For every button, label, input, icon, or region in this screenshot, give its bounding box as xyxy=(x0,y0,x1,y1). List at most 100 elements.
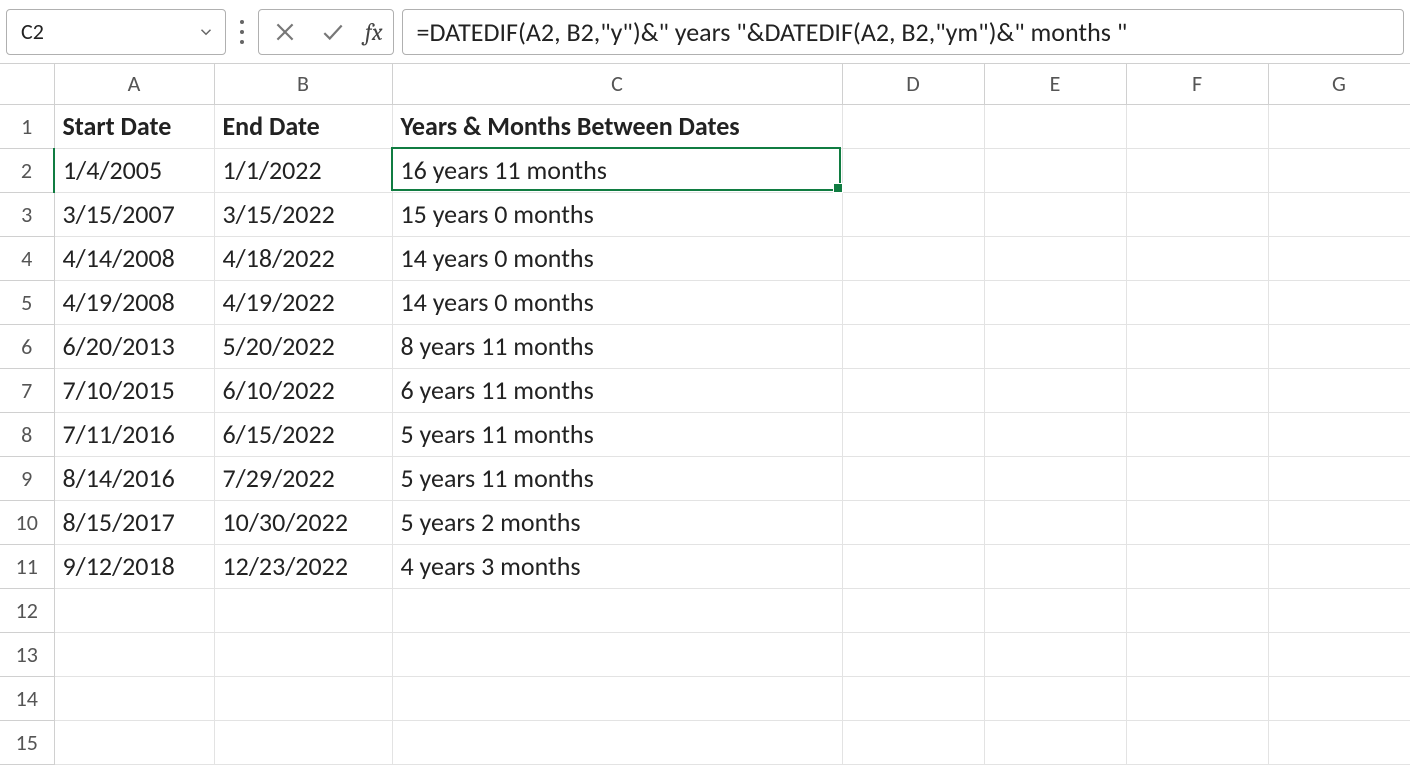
cell-B9[interactable]: 7/29/2022 xyxy=(214,456,392,500)
cell-C5[interactable]: 14 years 0 months xyxy=(392,280,842,324)
cell-A7[interactable]: 7/10/2015 xyxy=(54,368,214,412)
cell-F15[interactable] xyxy=(1126,720,1268,764)
cell-C3[interactable]: 15 years 0 months xyxy=(392,192,842,236)
col-header-C[interactable]: C xyxy=(392,64,842,104)
row-header[interactable]: 12 xyxy=(0,588,54,632)
col-header-A[interactable]: A xyxy=(54,64,214,104)
cell-G11[interactable] xyxy=(1268,544,1410,588)
cell-G6[interactable] xyxy=(1268,324,1410,368)
cell-A14[interactable] xyxy=(54,676,214,720)
cell-E5[interactable] xyxy=(984,280,1126,324)
col-header-B[interactable]: B xyxy=(214,64,392,104)
cell-F10[interactable] xyxy=(1126,500,1268,544)
cell-C9[interactable]: 5 years 11 months xyxy=(392,456,842,500)
cell-B4[interactable]: 4/18/2022 xyxy=(214,236,392,280)
cell-E1[interactable] xyxy=(984,104,1126,148)
cell-B6[interactable]: 5/20/2022 xyxy=(214,324,392,368)
cell-C4[interactable]: 14 years 0 months xyxy=(392,236,842,280)
cell-A15[interactable] xyxy=(54,720,214,764)
cell-D8[interactable] xyxy=(842,412,984,456)
cell-G7[interactable] xyxy=(1268,368,1410,412)
enter-icon[interactable] xyxy=(317,16,349,48)
cell-A8[interactable]: 7/11/2016 xyxy=(54,412,214,456)
cell-A13[interactable] xyxy=(54,632,214,676)
cell-F3[interactable] xyxy=(1126,192,1268,236)
cell-F13[interactable] xyxy=(1126,632,1268,676)
cell-C6[interactable]: 8 years 11 months xyxy=(392,324,842,368)
cell-C15[interactable] xyxy=(392,720,842,764)
cell-E13[interactable] xyxy=(984,632,1126,676)
cell-A11[interactable]: 9/12/2018 xyxy=(54,544,214,588)
row-header[interactable]: 6 xyxy=(0,324,54,368)
cell-A12[interactable] xyxy=(54,588,214,632)
cell-C11[interactable]: 4 years 3 months xyxy=(392,544,842,588)
cell-E10[interactable] xyxy=(984,500,1126,544)
cell-E14[interactable] xyxy=(984,676,1126,720)
cell-G10[interactable] xyxy=(1268,500,1410,544)
cell-A3[interactable]: 3/15/2007 xyxy=(54,192,214,236)
fx-icon[interactable]: fx xyxy=(365,18,383,46)
cell-A5[interactable]: 4/19/2008 xyxy=(54,280,214,324)
row-header[interactable]: 11 xyxy=(0,544,54,588)
cell-D5[interactable] xyxy=(842,280,984,324)
cell-C8[interactable]: 5 years 11 months xyxy=(392,412,842,456)
cell-B14[interactable] xyxy=(214,676,392,720)
cell-F9[interactable] xyxy=(1126,456,1268,500)
cell-D14[interactable] xyxy=(842,676,984,720)
chevron-down-icon[interactable] xyxy=(197,23,215,41)
cell-D10[interactable] xyxy=(842,500,984,544)
cell-F7[interactable] xyxy=(1126,368,1268,412)
cell-G8[interactable] xyxy=(1268,412,1410,456)
cell-E11[interactable] xyxy=(984,544,1126,588)
cell-E15[interactable] xyxy=(984,720,1126,764)
cell-B2[interactable]: 1/1/2022 xyxy=(214,148,392,192)
cell-B3[interactable]: 3/15/2022 xyxy=(214,192,392,236)
cell-F5[interactable] xyxy=(1126,280,1268,324)
cell-G1[interactable] xyxy=(1268,104,1410,148)
cell-D2[interactable] xyxy=(842,148,984,192)
cell-B5[interactable]: 4/19/2022 xyxy=(214,280,392,324)
cell-D1[interactable] xyxy=(842,104,984,148)
col-header-D[interactable]: D xyxy=(842,64,984,104)
cell-C1[interactable]: Years & Months Between Dates xyxy=(392,104,842,148)
row-header[interactable]: 10 xyxy=(0,500,54,544)
cell-D13[interactable] xyxy=(842,632,984,676)
cell-F6[interactable] xyxy=(1126,324,1268,368)
cell-C2[interactable]: 16 years 11 months xyxy=(392,148,842,192)
cell-A6[interactable]: 6/20/2013 xyxy=(54,324,214,368)
cell-F4[interactable] xyxy=(1126,236,1268,280)
cell-C13[interactable] xyxy=(392,632,842,676)
row-header[interactable]: 3 xyxy=(0,192,54,236)
cell-C7[interactable]: 6 years 11 months xyxy=(392,368,842,412)
cell-D4[interactable] xyxy=(842,236,984,280)
cell-G13[interactable] xyxy=(1268,632,1410,676)
cell-B7[interactable]: 6/10/2022 xyxy=(214,368,392,412)
cell-A1[interactable]: Start Date xyxy=(54,104,214,148)
cell-D7[interactable] xyxy=(842,368,984,412)
cell-C10[interactable]: 5 years 2 months xyxy=(392,500,842,544)
cell-G14[interactable] xyxy=(1268,676,1410,720)
cell-A2[interactable]: 1/4/2005 xyxy=(54,148,214,192)
col-header-E[interactable]: E xyxy=(984,64,1126,104)
name-box[interactable]: C2 xyxy=(6,9,226,55)
cell-B13[interactable] xyxy=(214,632,392,676)
cell-G4[interactable] xyxy=(1268,236,1410,280)
cell-D15[interactable] xyxy=(842,720,984,764)
cell-E7[interactable] xyxy=(984,368,1126,412)
row-header[interactable]: 8 xyxy=(0,412,54,456)
vertical-dots-icon[interactable] xyxy=(234,9,250,55)
cell-F1[interactable] xyxy=(1126,104,1268,148)
cell-A9[interactable]: 8/14/2016 xyxy=(54,456,214,500)
row-header[interactable]: 14 xyxy=(0,676,54,720)
row-header[interactable]: 2 xyxy=(0,148,54,192)
cell-G5[interactable] xyxy=(1268,280,1410,324)
cell-G12[interactable] xyxy=(1268,588,1410,632)
cell-F11[interactable] xyxy=(1126,544,1268,588)
cell-B8[interactable]: 6/15/2022 xyxy=(214,412,392,456)
row-header[interactable]: 9 xyxy=(0,456,54,500)
col-header-G[interactable]: G xyxy=(1268,64,1410,104)
cell-F14[interactable] xyxy=(1126,676,1268,720)
cell-D9[interactable] xyxy=(842,456,984,500)
cell-E4[interactable] xyxy=(984,236,1126,280)
cell-B1[interactable]: End Date xyxy=(214,104,392,148)
